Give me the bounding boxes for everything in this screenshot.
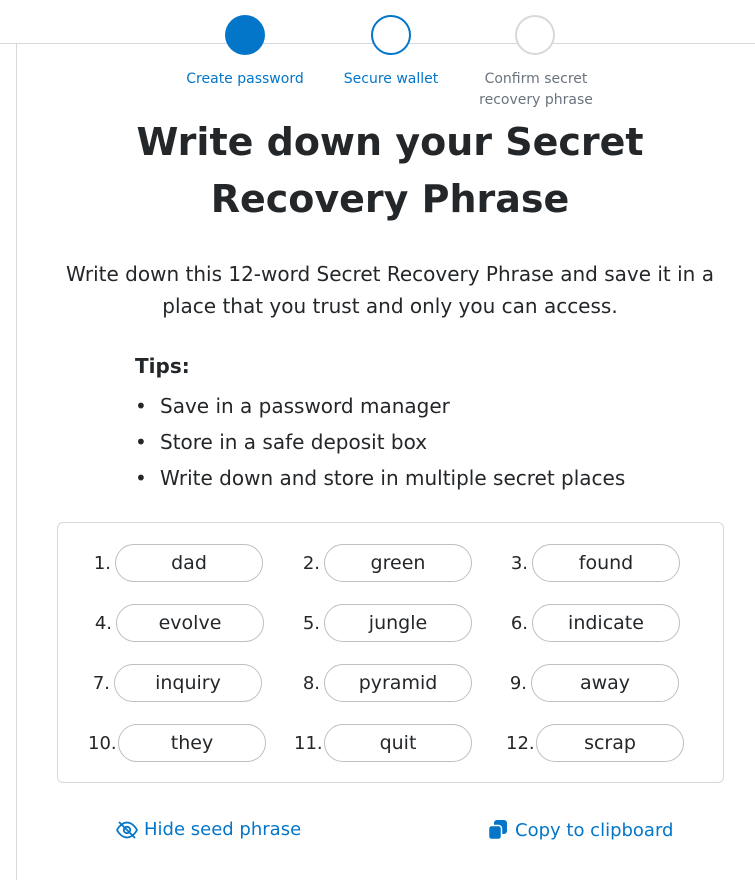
- phrase-word: 6. indicate: [502, 603, 680, 643]
- word-chip: indicate: [532, 604, 680, 642]
- tip-item: • Store in a safe deposit box: [135, 430, 428, 454]
- recovery-phrase-grid: 1. dad 2. green 3. found 4. evolve 5. ju…: [57, 522, 724, 783]
- page-title: Write down your Secret Recovery Phrase: [136, 120, 644, 221]
- word-number: 5.: [302, 612, 320, 634]
- word-chip: green: [324, 544, 472, 582]
- hide-seed-phrase-button[interactable]: Hide seed phrase: [116, 819, 301, 840]
- word-chip: inquiry: [114, 664, 262, 702]
- tip-item: • Write down and store in multiple secret…: [135, 466, 626, 490]
- phrase-word: 8. pyramid: [294, 663, 472, 703]
- step-confirm-phrase-label: Confirm secret recovery phrase: [479, 71, 593, 108]
- word-chip: quit: [324, 724, 472, 762]
- word-chip: they: [118, 724, 266, 762]
- tips-title: Tips:: [135, 354, 190, 378]
- tip-item: • Save in a password manager: [135, 394, 450, 418]
- phrase-word: 12. scrap: [506, 723, 684, 763]
- word-chip: jungle: [324, 604, 472, 642]
- hide-seed-phrase-label: Hide seed phrase: [144, 819, 302, 840]
- phrase-word: 5. jungle: [294, 603, 472, 643]
- phrase-word: 4. evolve: [86, 603, 264, 643]
- word-number: 4.: [94, 612, 112, 634]
- word-number: 8.: [302, 672, 320, 694]
- copy-to-clipboard-label: Copy to clipboard: [515, 819, 674, 841]
- page-description: Write down this 12-word Secret Recovery …: [66, 262, 714, 318]
- phrase-word: 10. they: [88, 723, 266, 763]
- copy-icon: [487, 819, 509, 841]
- phrase-word: 2. green: [294, 543, 472, 583]
- word-chip: pyramid: [324, 664, 472, 702]
- phrase-word: 1. dad: [85, 543, 263, 583]
- word-number: 6.: [510, 612, 528, 634]
- word-number: 9.: [509, 672, 527, 694]
- word-number: 7.: [92, 672, 110, 694]
- step-secure-wallet-indicator: [371, 15, 411, 55]
- tips-list: • Save in a password manager • Store in a …: [135, 388, 625, 496]
- phrase-word: 3. found: [502, 543, 680, 583]
- copy-to-clipboard-button[interactable]: Copy to clipboard: [487, 819, 673, 841]
- step-create-password-indicator: [225, 15, 265, 55]
- phrase-word: 9. away: [501, 663, 679, 703]
- left-divider: [16, 43, 17, 880]
- word-chip: away: [531, 664, 679, 702]
- eye-slash-icon: [116, 820, 138, 839]
- word-number: 12.: [506, 732, 535, 754]
- phrase-word: 11. quit: [294, 723, 472, 763]
- word-chip: scrap: [536, 724, 684, 762]
- word-number: 3.: [510, 552, 528, 574]
- word-number: 11.: [294, 732, 323, 754]
- phrase-word: 7. inquiry: [84, 663, 262, 703]
- word-chip: dad: [115, 544, 263, 582]
- word-number: 10.: [88, 732, 117, 754]
- word-chip: evolve: [116, 604, 264, 642]
- word-number: 2.: [302, 552, 320, 574]
- step-confirm-phrase-indicator: [515, 15, 555, 55]
- word-number: 1.: [93, 552, 111, 574]
- word-chip: found: [532, 544, 680, 582]
